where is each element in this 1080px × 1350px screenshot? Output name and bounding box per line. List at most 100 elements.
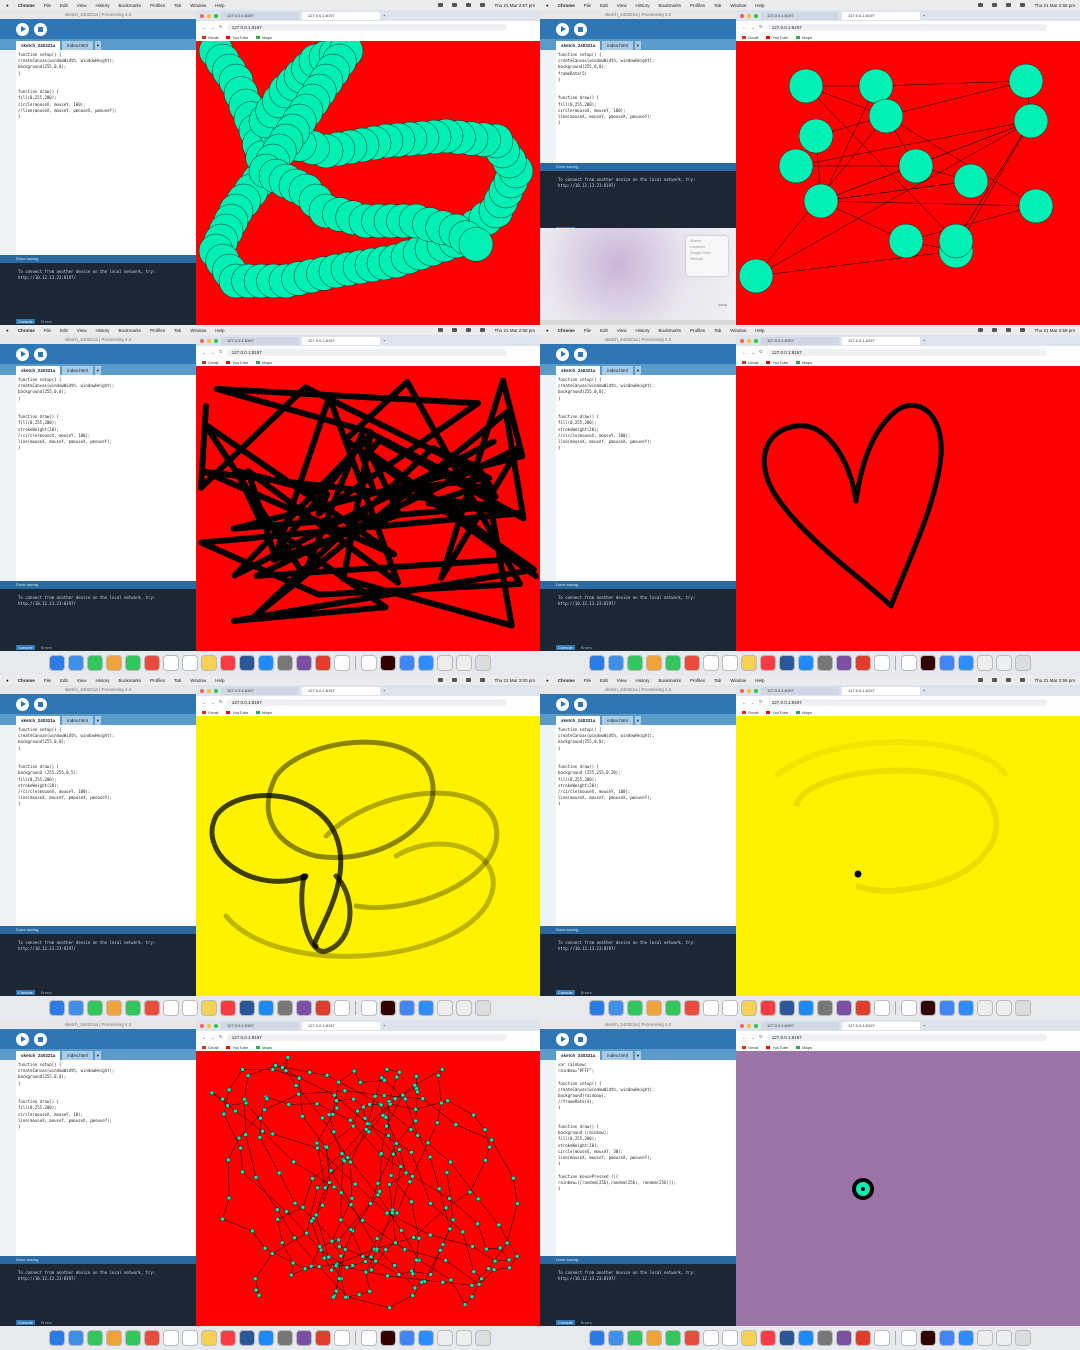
tab-index-html[interactable]: index.html xyxy=(602,716,633,725)
canvas-drawing[interactable] xyxy=(736,1051,1080,1326)
menu-item[interactable]: Tab xyxy=(174,328,181,333)
minimize-dot[interactable] xyxy=(747,1023,751,1028)
menu-item[interactable]: Edit xyxy=(600,328,608,333)
browser-tab[interactable]: 127.0.0.1:8197 xyxy=(221,336,299,345)
apple-icon[interactable]: ● xyxy=(6,3,9,8)
battery-icon[interactable] xyxy=(452,3,458,7)
stop-button[interactable] xyxy=(574,347,587,361)
run-button[interactable] xyxy=(16,347,29,361)
menu-item[interactable]: File xyxy=(584,3,591,8)
new-tab-icon[interactable]: + xyxy=(923,688,925,693)
zoom-icon[interactable] xyxy=(958,1000,974,1016)
music-icon[interactable] xyxy=(760,655,776,671)
bookmark-youtube[interactable]: YouTube xyxy=(226,1045,248,1050)
code-text[interactable]: function setup() { createCanvas(windowWi… xyxy=(18,727,114,808)
acrobat-icon[interactable] xyxy=(315,1000,331,1016)
onenote-icon[interactable] xyxy=(296,655,312,671)
menu-item[interactable]: Window xyxy=(730,3,746,8)
settings-icon[interactable] xyxy=(277,1000,293,1016)
close-dot[interactable] xyxy=(200,13,204,18)
safari-icon[interactable] xyxy=(608,1000,624,1016)
photos-icon[interactable] xyxy=(106,1330,122,1346)
minimize-dot[interactable] xyxy=(747,338,751,343)
photos-icon[interactable] xyxy=(106,1000,122,1016)
p5-canvas[interactable] xyxy=(736,41,1080,325)
facetime-icon[interactable] xyxy=(125,655,141,671)
menu-item[interactable]: File xyxy=(584,328,591,333)
tab-menu-arrow[interactable]: ▾ xyxy=(634,716,642,725)
p5-canvas[interactable] xyxy=(196,716,540,996)
apple-icon[interactable]: ● xyxy=(6,328,9,333)
bookmark-gmail[interactable]: Gmail xyxy=(202,35,218,40)
minimize-dot[interactable] xyxy=(747,13,751,18)
browser-tab-active[interactable]: 127.0.0.1:8197 xyxy=(842,11,920,20)
new-tab-icon[interactable]: + xyxy=(923,13,925,18)
tab-sketch[interactable]: sketch_240321a xyxy=(16,41,61,50)
code-text[interactable]: function setup() { createCanvas(windowWi… xyxy=(18,377,114,451)
notes-icon[interactable] xyxy=(182,655,198,671)
facetime-icon[interactable] xyxy=(665,1330,681,1346)
app-store-icon[interactable] xyxy=(798,1000,814,1016)
menu-item[interactable]: Profiles xyxy=(150,328,165,333)
tab-index-html[interactable]: index.html xyxy=(602,366,633,375)
menu-item[interactable]: File xyxy=(584,678,591,683)
reminders-icon[interactable] xyxy=(703,1000,719,1016)
menu-item[interactable]: Tab xyxy=(174,3,181,8)
tab-sketch[interactable]: sketch_240321a xyxy=(16,366,61,375)
new-tab-icon[interactable]: + xyxy=(383,688,385,693)
menu-item[interactable]: Profiles xyxy=(690,678,705,683)
calendar-icon[interactable] xyxy=(144,1330,160,1346)
canvas-drawing[interactable] xyxy=(196,41,540,325)
code-text[interactable]: var rainbow; rainbow="#FFF"; function se… xyxy=(558,1062,676,1192)
forward-icon[interactable]: → xyxy=(211,1035,216,1040)
new-tab-icon[interactable]: + xyxy=(383,13,385,18)
music-icon[interactable] xyxy=(220,1000,236,1016)
back-icon[interactable]: ← xyxy=(202,25,207,30)
capcut-icon[interactable] xyxy=(334,1000,350,1016)
console-tab[interactable]: Console xyxy=(556,644,575,650)
close-dot[interactable] xyxy=(740,688,744,693)
menu-item[interactable]: Bookmarks xyxy=(658,678,681,683)
control-center-icon[interactable] xyxy=(1020,328,1026,332)
bookmark-gmail[interactable]: Gmail xyxy=(202,710,218,715)
control-center-icon[interactable] xyxy=(480,328,486,332)
back-icon[interactable]: ← xyxy=(742,350,747,355)
word-icon[interactable] xyxy=(239,1000,255,1016)
notion-icon[interactable] xyxy=(361,655,377,671)
stickies-icon[interactable] xyxy=(201,1000,217,1016)
menu-item[interactable]: Tab xyxy=(714,678,721,683)
tab-sketch[interactable]: sketch_240321a xyxy=(16,716,61,725)
finder-icon[interactable] xyxy=(589,1000,605,1016)
menu-item[interactable]: Help xyxy=(755,678,764,683)
menu-item[interactable]: Bookmarks xyxy=(118,3,141,8)
app-store-icon[interactable] xyxy=(258,1330,274,1346)
zoom-icon[interactable] xyxy=(418,655,434,671)
browser-tab[interactable]: 127.0.0.1:8197 xyxy=(761,336,839,345)
bookmark-maps[interactable]: Maps xyxy=(796,35,812,40)
notes-icon[interactable] xyxy=(722,655,738,671)
code-text[interactable]: function setup() { createCanvas(windowWi… xyxy=(558,377,654,451)
tab-index-html[interactable]: index.html xyxy=(62,366,93,375)
browser-tab[interactable]: 127.0.0.1:8197 xyxy=(221,1021,299,1030)
menu-item[interactable]: View xyxy=(617,328,627,333)
bookmark-gmail[interactable]: Gmail xyxy=(742,360,758,365)
messages-icon[interactable] xyxy=(627,1000,643,1016)
capcut-icon[interactable] xyxy=(334,1330,350,1346)
bookmark-gmail[interactable]: Gmail xyxy=(742,710,758,715)
tab-menu-arrow[interactable]: ▾ xyxy=(94,716,102,725)
downloads-icon[interactable] xyxy=(456,1000,472,1016)
stickies-icon[interactable] xyxy=(741,655,757,671)
canvas-drawing[interactable] xyxy=(196,366,540,651)
bookmark-youtube[interactable]: YouTube xyxy=(766,360,788,365)
tab-menu-arrow[interactable]: ▾ xyxy=(94,366,102,375)
console-tab[interactable]: Console xyxy=(16,318,35,324)
app-store-icon[interactable] xyxy=(258,1000,274,1016)
control-center-icon[interactable] xyxy=(480,678,486,682)
close-dot[interactable] xyxy=(740,13,744,18)
p5-canvas[interactable] xyxy=(736,716,1080,996)
safari-icon[interactable] xyxy=(608,1330,624,1346)
tab-menu-arrow[interactable]: ▾ xyxy=(94,1051,102,1060)
finder-sidebar-item[interactable]: Network xyxy=(690,256,724,262)
browser-tab-active[interactable]: 127.0.0.1:8197 xyxy=(842,686,920,695)
code-editor[interactable]: var rainbow; rainbow="#FFF"; function se… xyxy=(540,1060,736,1256)
